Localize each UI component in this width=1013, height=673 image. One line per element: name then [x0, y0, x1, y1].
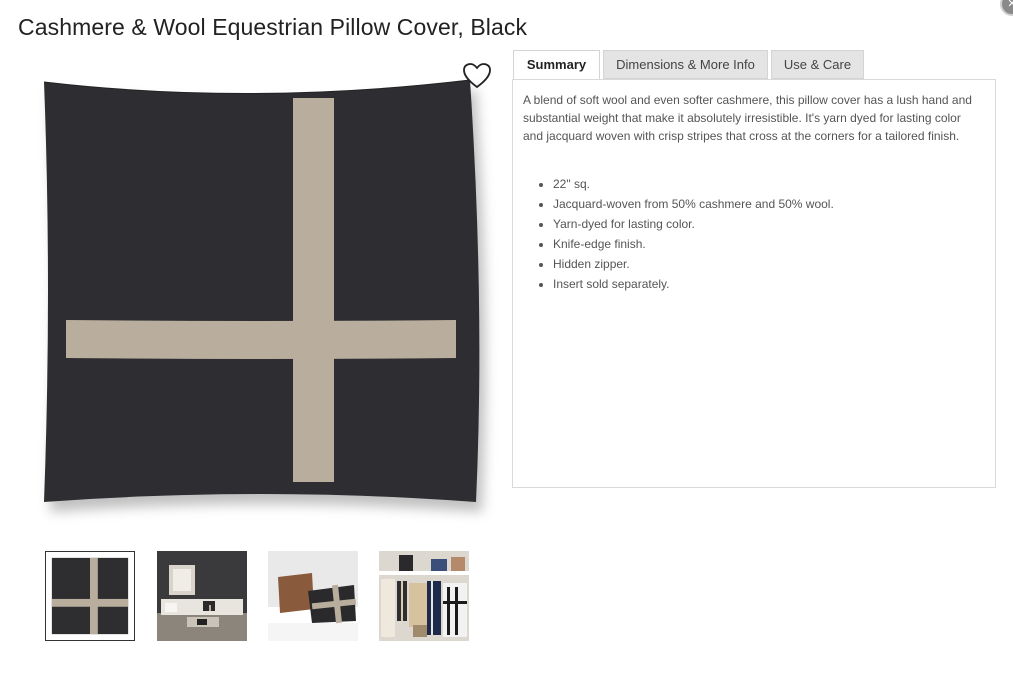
product-description: A blend of soft wool and even softer cas… [523, 93, 972, 143]
feature-item: Jacquard-woven from 50% cashmere and 50%… [553, 194, 834, 214]
main-product-image [30, 58, 500, 528]
product-title: Cashmere & Wool Equestrian Pillow Cover,… [18, 14, 528, 40]
thumbnail-pillow-front[interactable] [45, 551, 135, 641]
feature-item: Insert sold separately. [553, 274, 834, 294]
close-icon: ✕ [1007, 0, 1013, 10]
feature-list: 22" sq. Jacquard-woven from 50% cashmere… [523, 174, 834, 294]
feature-item: Knife-edge finish. [553, 234, 834, 254]
favorite-button[interactable] [462, 62, 492, 90]
thumbnail-living-room[interactable] [157, 551, 247, 641]
tab-summary[interactable]: Summary [513, 50, 600, 80]
feature-item: Hidden zipper. [553, 254, 834, 274]
thumbnail-sofa-pillows[interactable] [268, 551, 358, 641]
thumbnail-shelf-textiles[interactable] [379, 551, 469, 641]
summary-panel: A blend of soft wool and even softer cas… [512, 79, 996, 488]
tab-use-care[interactable]: Use & Care [771, 50, 864, 79]
tab-dimensions-more-info[interactable]: Dimensions & More Info [603, 50, 768, 79]
close-button[interactable]: ✕ [1000, 0, 1013, 16]
feature-item: 22" sq. [553, 174, 834, 194]
heart-outline-icon [463, 63, 491, 89]
feature-item: Yarn-dyed for lasting color. [553, 214, 834, 234]
